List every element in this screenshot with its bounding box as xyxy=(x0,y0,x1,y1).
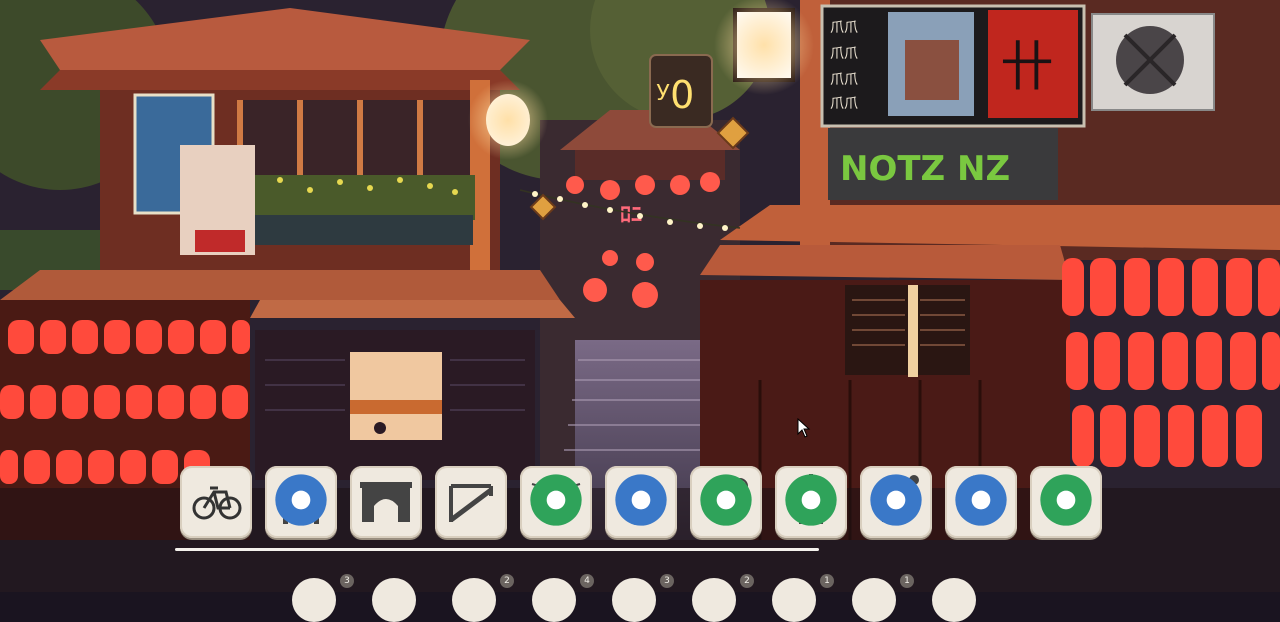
railing-icon xyxy=(449,484,493,522)
bicycle-icon xyxy=(192,486,242,520)
sub-item-7[interactable] xyxy=(772,578,816,622)
sub-item-3[interactable] xyxy=(452,578,496,622)
hanging-sign-text: ʸ0 xyxy=(656,73,694,117)
tool-railing[interactable] xyxy=(435,466,507,538)
blue-gear-badge-icon xyxy=(615,474,667,526)
tool-arch-gate[interactable] xyxy=(350,466,422,538)
mouse-cursor-icon xyxy=(797,418,811,438)
green-gear-badge-icon xyxy=(785,474,837,526)
tool-chimney[interactable] xyxy=(860,466,932,538)
green-gear-badge-icon xyxy=(1040,474,1092,526)
sub-item-count: 3 xyxy=(340,574,354,588)
tool-bowl[interactable] xyxy=(945,466,1017,538)
toolbar-progress-bar xyxy=(175,548,819,551)
tool-lamp[interactable] xyxy=(775,466,847,538)
graffiti-text: NOTZ NZ xyxy=(840,149,1010,189)
tool-bicycle[interactable] xyxy=(180,466,252,538)
sub-item-count: 2 xyxy=(500,574,514,588)
sub-item-count: 2 xyxy=(740,574,754,588)
sub-item-6[interactable] xyxy=(692,578,736,622)
tool-pipes[interactable] xyxy=(605,466,677,538)
build-toolbar xyxy=(178,466,1102,546)
sub-item-count: 4 xyxy=(580,574,594,588)
svg-text:爪爪: 爪爪 xyxy=(830,20,858,36)
sub-item-count: 1 xyxy=(820,574,834,588)
sub-item-count: 3 xyxy=(660,574,674,588)
sub-item-count: 1 xyxy=(900,574,914,588)
sub-item-2[interactable] xyxy=(372,578,416,622)
sub-item-9[interactable] xyxy=(932,578,976,622)
sub-item-8[interactable] xyxy=(852,578,896,622)
blue-gear-badge-icon xyxy=(955,474,1007,526)
arch-gate-icon xyxy=(360,482,412,522)
svg-text:爪爪: 爪爪 xyxy=(830,96,858,112)
svg-text:爪爪: 爪爪 xyxy=(830,72,858,88)
tool-banner[interactable] xyxy=(1030,466,1102,538)
tool-spray-can[interactable] xyxy=(690,466,762,538)
sub-item-4[interactable] xyxy=(532,578,576,622)
tool-clothesline[interactable] xyxy=(520,466,592,538)
sub-item-1[interactable] xyxy=(292,578,336,622)
sub-item-5[interactable] xyxy=(612,578,656,622)
svg-text:卄: 卄 xyxy=(1000,35,1054,98)
blue-gear-badge-icon xyxy=(275,474,327,526)
green-gear-badge-icon xyxy=(530,474,582,526)
tool-bench[interactable] xyxy=(265,466,337,538)
svg-text:爪爪: 爪爪 xyxy=(830,46,858,62)
green-gear-badge-icon xyxy=(700,474,752,526)
blue-gear-badge-icon xyxy=(870,474,922,526)
